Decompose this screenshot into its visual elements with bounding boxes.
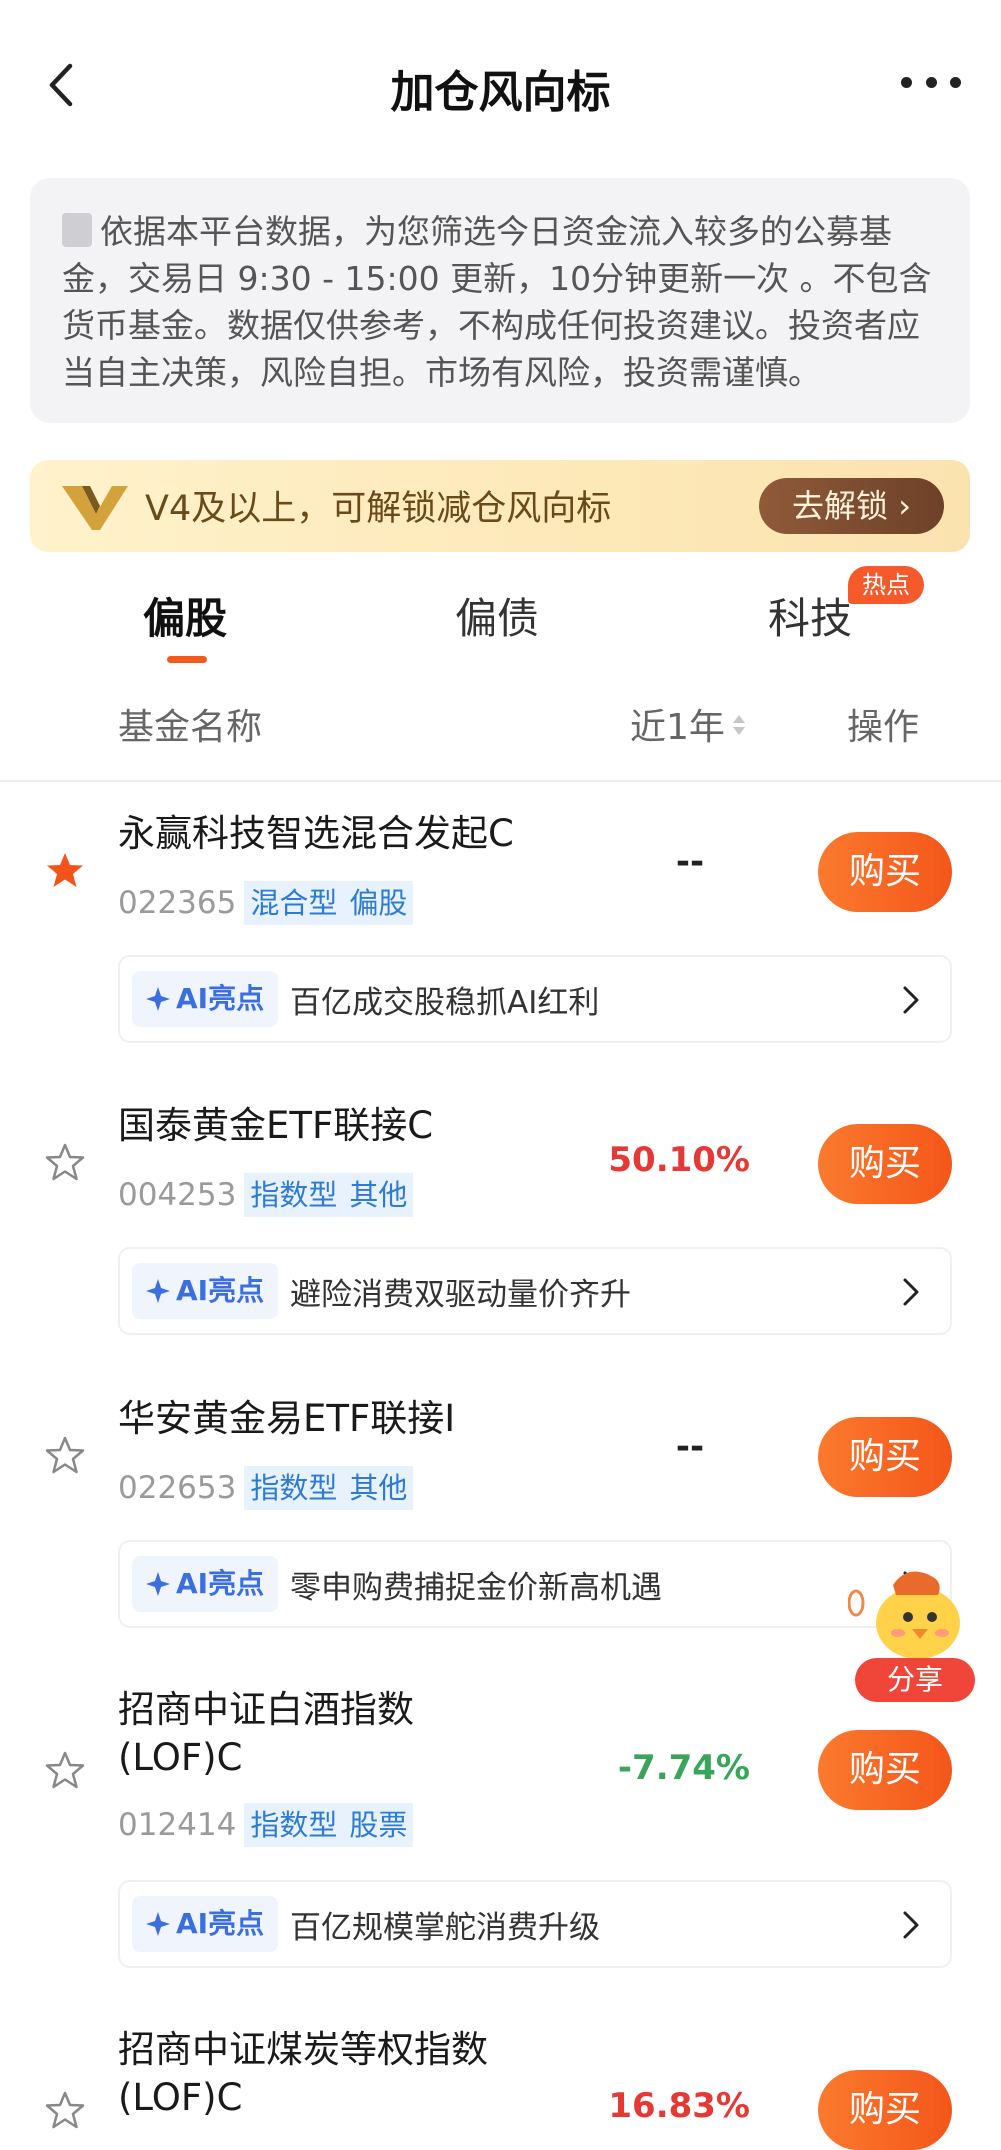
fund-return: -- — [675, 1427, 705, 1467]
notice-text: 依据本平台数据，为您筛选今日资金流入较多的公募基金，交易日 9:30 - 15:… — [62, 212, 932, 392]
chevron-right-icon — [903, 1278, 919, 1306]
sparkle-icon — [146, 987, 170, 1011]
fund-category-tag: 偏股 — [343, 881, 414, 925]
buy-button[interactable]: 购买 — [818, 1124, 952, 1204]
fund-meta: 022653 指数型 其他 — [118, 1465, 414, 1511]
fund-code: 004253 — [118, 1177, 237, 1213]
document-icon — [62, 213, 92, 247]
buy-button[interactable]: 购买 — [818, 2070, 952, 2150]
buy-button[interactable]: 购买 — [818, 832, 952, 912]
active-tab-indicator — [167, 656, 207, 663]
period-label: 近1年 — [630, 707, 725, 748]
fund-return: -7.74% — [617, 1748, 750, 1788]
fund-type-tag: 指数型 — [244, 1173, 344, 1217]
column-header-period[interactable]: 近1年 — [630, 698, 745, 750]
ai-highlight-card[interactable]: AI亮点 百亿规模掌舵消费升级 — [118, 1880, 952, 1968]
chevron-right-icon — [903, 1911, 919, 1939]
fund-meta: 012414 指数型 股票 — [118, 1802, 414, 1848]
tab-equity[interactable]: 偏股 — [143, 585, 227, 646]
ai-highlight-card[interactable]: AI亮点 零申购费捕捉金价新高机遇 — [118, 1540, 952, 1628]
ai-highlight-text: 避险消费双驱动量价齐升 — [290, 1277, 631, 1313]
fund-name: 招商中证煤炭等权指数 (LOF)C — [118, 2026, 588, 2122]
fund-category-tag: 股票 — [343, 1803, 414, 1847]
table-header: 基金名称 近1年 操作 — [0, 690, 1001, 782]
notice-box: 依据本平台数据，为您筛选今日资金流入较多的公募基金，交易日 9:30 - 15:… — [30, 178, 970, 423]
tab-bond[interactable]: 偏债 — [455, 585, 539, 646]
star-outline-icon[interactable] — [45, 1750, 85, 1790]
sparkle-icon — [146, 1279, 170, 1303]
fund-name: 永赢科技智选混合发起C — [118, 812, 514, 855]
fund-type-tag: 指数型 — [244, 1466, 344, 1510]
vip-logo-icon — [62, 486, 128, 530]
fund-type-tag: 混合型 — [244, 881, 344, 925]
fund-name-line: 招商中证白酒指数 — [118, 1688, 414, 1731]
ai-highlight-text: 零申购费捕捉金价新高机遇 — [290, 1570, 662, 1606]
share-button[interactable]: 分享 — [855, 1658, 975, 1702]
ai-highlight-card[interactable]: AI亮点 百亿成交股稳抓AI红利 — [118, 955, 952, 1043]
fund-category-tag: 其他 — [343, 1173, 414, 1217]
vip-banner[interactable]: V4及以上，可解锁减仓风向标 去解锁 › — [30, 460, 970, 552]
star-outline-icon[interactable] — [45, 2090, 85, 2130]
ai-highlight-text: 百亿规模掌舵消费升级 — [290, 1910, 600, 1946]
chevron-right-icon — [903, 986, 919, 1014]
nav-bar: 加仓风向标 — [0, 0, 1001, 175]
unlock-button[interactable]: 去解锁 › — [759, 478, 944, 534]
star-outline-icon[interactable] — [45, 1435, 85, 1475]
buy-button[interactable]: 购买 — [818, 1730, 952, 1810]
fund-name-line: 招商中证煤炭等权指数 — [118, 2028, 488, 2071]
sparkle-icon — [146, 1572, 170, 1596]
fund-meta: 004253 指数型 其他 — [118, 1172, 414, 1218]
star-outline-icon[interactable] — [45, 1142, 85, 1182]
more-dot — [950, 76, 961, 88]
fund-category-tag: 其他 — [343, 1466, 414, 1510]
more-dot — [901, 76, 912, 88]
ai-highlight-card[interactable]: AI亮点 避险消费双驱动量价齐升 — [118, 1247, 952, 1335]
ai-highlight-text: 百亿成交股稳抓AI红利 — [290, 985, 600, 1021]
fund-code: 012414 — [118, 1807, 237, 1843]
fund-return: 50.10% — [608, 1140, 750, 1180]
vip-banner-text: V4及以上，可解锁减仓风向标 — [145, 489, 612, 529]
fund-meta: 022365 混合型 偏股 — [118, 880, 414, 926]
fund-name-line: (LOF)C — [118, 2076, 243, 2119]
fund-return: 16.83% — [608, 2086, 750, 2126]
unlock-button-label: 去解锁 — [792, 487, 889, 525]
chick-mascot-icon — [847, 1571, 960, 1659]
star-filled-icon[interactable] — [45, 850, 85, 890]
more-options-button[interactable] — [901, 72, 961, 92]
fund-code: 022365 — [118, 885, 237, 921]
chevron-right-icon: › — [898, 487, 911, 525]
fund-type-tag: 指数型 — [244, 1803, 344, 1847]
column-header-action: 操作 — [847, 707, 920, 748]
more-dot — [925, 76, 937, 88]
buy-button[interactable]: 购买 — [818, 1417, 952, 1497]
fund-name: 招商中证白酒指数 (LOF)C — [118, 1686, 588, 1782]
fund-code: 022653 — [118, 1470, 237, 1506]
column-header-name: 基金名称 — [118, 707, 263, 748]
fund-return: -- — [675, 842, 705, 882]
page-title: 加仓风向标 — [390, 67, 611, 118]
hot-badge: 热点 — [848, 566, 924, 604]
fund-name: 华安黄金易ETF联接I — [118, 1397, 456, 1440]
sort-icon — [732, 715, 745, 737]
tab-tech[interactable]: 科技 — [768, 585, 852, 646]
fund-name: 国泰黄金ETF联接C — [118, 1104, 434, 1147]
fund-name-line: (LOF)C — [118, 1736, 243, 1779]
sparkle-icon — [146, 1912, 170, 1936]
